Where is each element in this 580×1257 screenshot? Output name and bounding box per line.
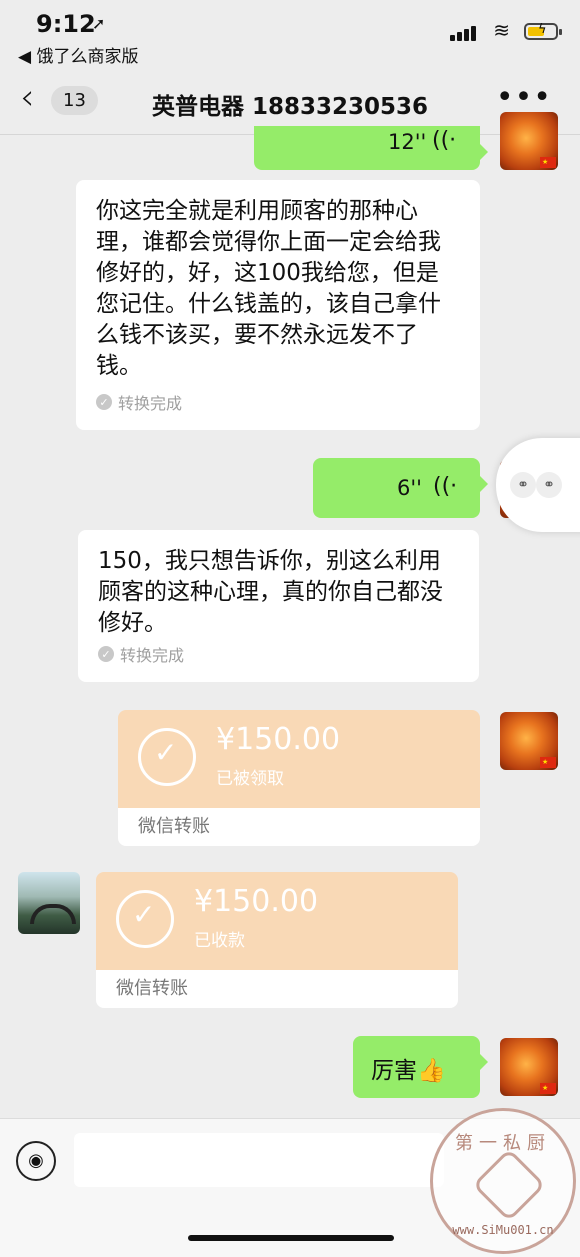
- location-arrow-icon: ➚: [92, 14, 106, 33]
- floating-link-widget[interactable]: ⚭ ⚭: [496, 438, 580, 532]
- chat-title: 英普电器 18833230536: [151, 94, 429, 120]
- conversion-status: ✓ 转换完成: [96, 390, 182, 414]
- watermark-url: www.SiMu001.cn: [452, 1223, 554, 1237]
- check-circle-icon: ✓: [96, 394, 112, 410]
- checkmark-circle-icon: ✓: [116, 890, 174, 948]
- transfer-label: 微信转账: [138, 816, 210, 837]
- my-avatar[interactable]: ★: [500, 712, 558, 770]
- checkmark-circle-icon: ✓: [138, 728, 196, 786]
- voice-wave-icon: ((·: [432, 128, 457, 153]
- seal-logo-icon: [472, 1148, 546, 1222]
- transfer-amount: ¥150.00: [216, 722, 341, 757]
- sent-text-message[interactable]: 厉害👍: [353, 1036, 488, 1098]
- battery-icon: ϟ: [524, 22, 562, 40]
- link-icon[interactable]: ⚭: [510, 472, 536, 498]
- more-options-icon[interactable]: •••: [496, 80, 552, 115]
- voice-message-sent[interactable]: 6'' ((·: [313, 458, 488, 518]
- message-input[interactable]: [74, 1133, 444, 1187]
- home-indicator: [188, 1235, 394, 1241]
- voice-input-icon[interactable]: ◉: [16, 1141, 56, 1181]
- wechat-transfer-card[interactable]: ✓ ¥150.00 已收款 微信转账: [96, 872, 458, 1008]
- watermark-seal: 第一私厨 www.SiMu001.cn: [430, 1108, 576, 1254]
- received-text-message[interactable]: 你这完全就是利用顾客的那种心理，谁都会觉得你上面一定会给我修好的，好，这100我…: [76, 180, 480, 430]
- status-bar: 9:12 ➚ ◀ 饿了么商家版 ≋ ϟ: [0, 0, 580, 72]
- contact-avatar[interactable]: [18, 872, 80, 934]
- transfer-status: 已收款: [194, 931, 245, 951]
- my-avatar[interactable]: ★: [500, 112, 558, 170]
- bridge-icon: [30, 904, 76, 924]
- voice-duration: 6'': [397, 476, 422, 500]
- message-text: 150，我只想告诉你，别这么利用顾客的这种心理，真的你自己都没修好。: [98, 548, 443, 636]
- transfer-status: 已被领取: [216, 769, 284, 789]
- china-flag-icon: ★: [540, 1083, 556, 1094]
- message-text: 厉害👍: [371, 1058, 446, 1084]
- back-to-app-link[interactable]: ◀ 饿了么商家版: [18, 42, 138, 67]
- transfer-amount: ¥150.00: [194, 884, 319, 919]
- link-icon[interactable]: ⚭: [536, 472, 562, 498]
- watermark-text: 第一私厨: [455, 1133, 551, 1154]
- message-text: 你这完全就是利用顾客的那种心理，谁都会觉得你上面一定会给我修好的，好，这100我…: [96, 198, 441, 379]
- my-avatar[interactable]: ★: [500, 1038, 558, 1096]
- voice-duration: 12'': [388, 130, 427, 154]
- transfer-label: 微信转账: [116, 978, 188, 999]
- received-text-message[interactable]: 150，我只想告诉你，别这么利用顾客的这种心理，真的你自己都没修好。 ✓ 转换完…: [78, 530, 479, 682]
- wechat-transfer-card[interactable]: ✓ ¥150.00 已被领取 微信转账: [118, 710, 480, 846]
- status-time: 9:12: [36, 10, 96, 38]
- conversion-status-label: 转换完成: [120, 646, 185, 665]
- voice-message-sent[interactable]: 12'' ((·: [254, 126, 488, 170]
- voice-wave-icon: ((·: [433, 474, 458, 499]
- conversion-status-label: 转换完成: [118, 394, 183, 413]
- china-flag-icon: ★: [540, 757, 556, 768]
- china-flag-icon: ★: [540, 157, 556, 168]
- conversion-status: ✓ 转换完成: [98, 642, 184, 666]
- check-circle-icon: ✓: [98, 646, 114, 662]
- wifi-icon: ≋: [493, 18, 510, 42]
- signal-icon: [448, 22, 476, 41]
